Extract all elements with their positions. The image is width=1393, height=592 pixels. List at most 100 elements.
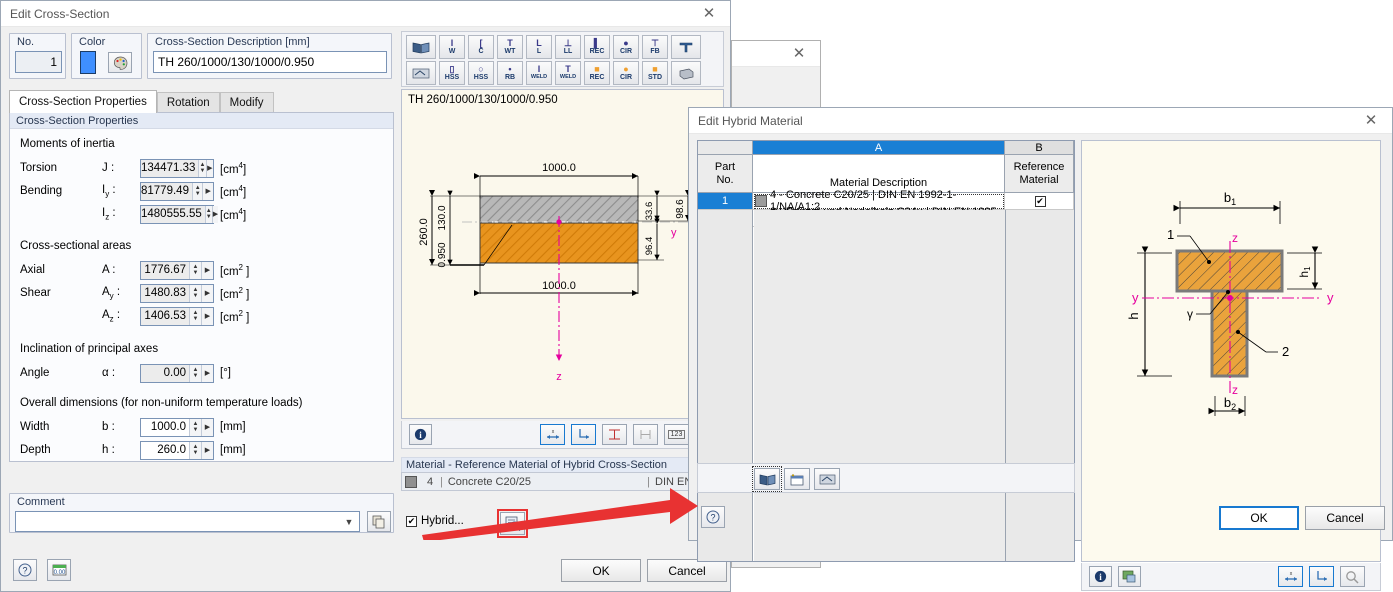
hybrid-ok-button[interactable]: OK	[1219, 506, 1299, 530]
section-hss-rect-button[interactable]: ▯ HSS	[439, 61, 465, 85]
comment-copy-icon[interactable]	[367, 511, 391, 532]
description-input[interactable]: TH 260/1000/130/1000/0.950	[153, 51, 387, 73]
help-icon[interactable]: ?	[701, 506, 725, 528]
new-material-icon[interactable]	[784, 468, 810, 490]
label-z-top: z	[1232, 231, 1238, 245]
numeric-values-icon[interactable]: 123	[664, 424, 689, 445]
section-rec-button[interactable]: ▌ REC	[584, 35, 610, 59]
color-palette-icon[interactable]	[108, 52, 132, 73]
col-letter-a[interactable]: A	[753, 141, 1005, 155]
zoom-icon[interactable]	[1340, 566, 1365, 587]
section-weld-i-button[interactable]: I WELD	[526, 61, 552, 85]
tab-cross-section-properties[interactable]: Cross-Section Properties	[9, 90, 157, 113]
spinner-more[interactable]: ▶	[201, 261, 213, 279]
background-window-titlebar: ✕	[732, 41, 820, 67]
property-row-torsion: Torsion J : 134471.33 ▲ ▼ ▶ [cm4]	[20, 158, 246, 178]
cancel-button[interactable]: Cancel	[647, 559, 727, 582]
units-icon[interactable]: 0.00	[47, 559, 71, 581]
close-icon[interactable]: ✕	[692, 2, 726, 26]
tab-rotation[interactable]: Rotation	[156, 92, 220, 113]
section-weld-t-button[interactable]: T WELD	[555, 61, 581, 85]
angle-input[interactable]: 0.00 ▲ ▼ ▶	[140, 363, 214, 383]
section-w-button[interactable]: IW	[439, 35, 465, 59]
thin-walled-button[interactable]	[671, 35, 701, 59]
color-swatch[interactable]	[80, 51, 96, 74]
section-cir-button[interactable]: ● CIR	[613, 35, 639, 59]
hybrid-checkbox[interactable]: ✔	[406, 515, 417, 527]
svg-text:?: ?	[710, 513, 715, 523]
chevron-down-icon[interactable]: ▼	[341, 517, 357, 527]
hybrid-material-graphic[interactable]: b1 b2 h h1 y y z z 1 2 γ	[1081, 140, 1381, 562]
spinner-more[interactable]: ▶	[201, 284, 213, 302]
iy-input[interactable]: 81779.49 ▲ ▼ ▶	[140, 181, 214, 201]
dimension-lines-icon[interactable]	[602, 424, 627, 445]
dimension-x-icon[interactable]: x	[540, 424, 565, 445]
material-number: 4	[426, 475, 434, 488]
section-fb-button[interactable]: ⊤ FB	[642, 35, 668, 59]
section-l-button[interactable]: LL	[526, 35, 552, 59]
section-concrete-cir-button[interactable]: ● CIR	[613, 61, 639, 85]
ok-button[interactable]: OK	[561, 559, 641, 582]
spinner-more[interactable]: ▶	[201, 364, 213, 382]
spinner-more[interactable]: ▶	[201, 307, 213, 325]
spinner-arrows[interactable]: ▲ ▼	[189, 307, 201, 325]
solid-section-button[interactable]	[671, 61, 701, 85]
cross-section-graphic[interactable]: TH 260/1000/130/1000/0.950 1000.0 1000.0…	[401, 89, 724, 419]
no-input[interactable]: 1	[15, 51, 62, 73]
torsion-input[interactable]: 134471.33 ▲ ▼ ▶	[140, 158, 214, 178]
spinner-more[interactable]: ▶	[201, 418, 213, 436]
info-icon[interactable]: i	[1089, 566, 1112, 587]
section-hss-round-button[interactable]: ○ HSS	[468, 61, 494, 85]
section-concrete-rec-button[interactable]: ■ REC	[584, 61, 610, 85]
spinner-arrows[interactable]: ▲ ▼	[189, 441, 201, 459]
color-settings-icon[interactable]	[1118, 566, 1141, 587]
iz-input[interactable]: 1480555.55 ▲ ▼ ▶	[140, 204, 219, 224]
help-icon[interactable]: ?	[13, 559, 37, 581]
svg-text:0.00: 0.00	[53, 570, 65, 576]
label-angle: Angle	[20, 367, 50, 379]
unit-a: [cm2 ]	[220, 262, 250, 278]
library-button[interactable]	[406, 35, 436, 59]
section-std-button[interactable]: ■ STD	[642, 61, 668, 85]
ay-input[interactable]: 1480.83 ▲ ▼ ▶	[140, 283, 214, 303]
row-reference-cell[interactable]: ✔	[1005, 193, 1074, 210]
width-input[interactable]: 1000.0 ▲ ▼ ▶	[140, 417, 214, 437]
spinner-arrows[interactable]: ▲ ▼	[189, 284, 201, 302]
material-reference-section: Material - Reference Material of Hybrid …	[401, 457, 724, 497]
comment-input[interactable]: ▼	[15, 511, 360, 532]
axial-area-input[interactable]: 1776.67 ▲ ▼ ▶	[140, 260, 214, 280]
close-icon[interactable]: ✕	[1354, 109, 1388, 133]
depth-input[interactable]: 260.0 ▲ ▼ ▶	[140, 440, 214, 460]
close-icon[interactable]: ✕	[782, 42, 816, 66]
section-rb-button[interactable]: • RB	[497, 61, 523, 85]
info-icon[interactable]: i	[409, 424, 432, 445]
material-library-icon[interactable]	[752, 466, 782, 492]
section-wt-button[interactable]: T WT	[497, 35, 523, 59]
spinner-arrows[interactable]: ▲ ▼	[189, 261, 201, 279]
row-number[interactable]: 1	[698, 193, 753, 210]
spinner-arrows[interactable]: ▲ ▼	[189, 418, 201, 436]
edit-hybrid-icon[interactable]	[500, 512, 525, 535]
az-input[interactable]: 1406.53 ▲ ▼ ▶	[140, 306, 214, 326]
spinner-more[interactable]: ▶	[205, 159, 213, 177]
section-ll-button[interactable]: ⊥ LL	[555, 35, 581, 59]
hybrid-cancel-button[interactable]: Cancel	[1305, 506, 1385, 530]
import-material-icon[interactable]	[814, 468, 840, 490]
section-c-button[interactable]: [C	[468, 35, 494, 59]
spinner-arrows[interactable]: ▲ ▼	[204, 205, 212, 223]
spinner-arrows[interactable]: ▲ ▼	[189, 364, 201, 382]
dimension-x-icon[interactable]: x	[1278, 566, 1303, 587]
import-section-button[interactable]	[406, 61, 436, 85]
reference-material-checkbox[interactable]: ✔	[1034, 195, 1046, 207]
spinner-more[interactable]: ▶	[201, 441, 213, 459]
material-row[interactable]: 4 | Concrete C20/25 | DIN EN 199	[401, 472, 724, 491]
spinner-more[interactable]: ▶	[211, 205, 219, 223]
spinner-more[interactable]: ▶	[202, 182, 213, 200]
tab-modify[interactable]: Modify	[219, 92, 274, 113]
axis-system-icon[interactable]	[1309, 566, 1334, 587]
spinner-arrows[interactable]: ▲ ▼	[198, 159, 206, 177]
col-letter-b[interactable]: B	[1005, 141, 1074, 155]
axis-system-icon[interactable]	[571, 424, 596, 445]
dimension-inner-icon[interactable]	[633, 424, 658, 445]
spinner-arrows[interactable]: ▲ ▼	[191, 182, 203, 200]
